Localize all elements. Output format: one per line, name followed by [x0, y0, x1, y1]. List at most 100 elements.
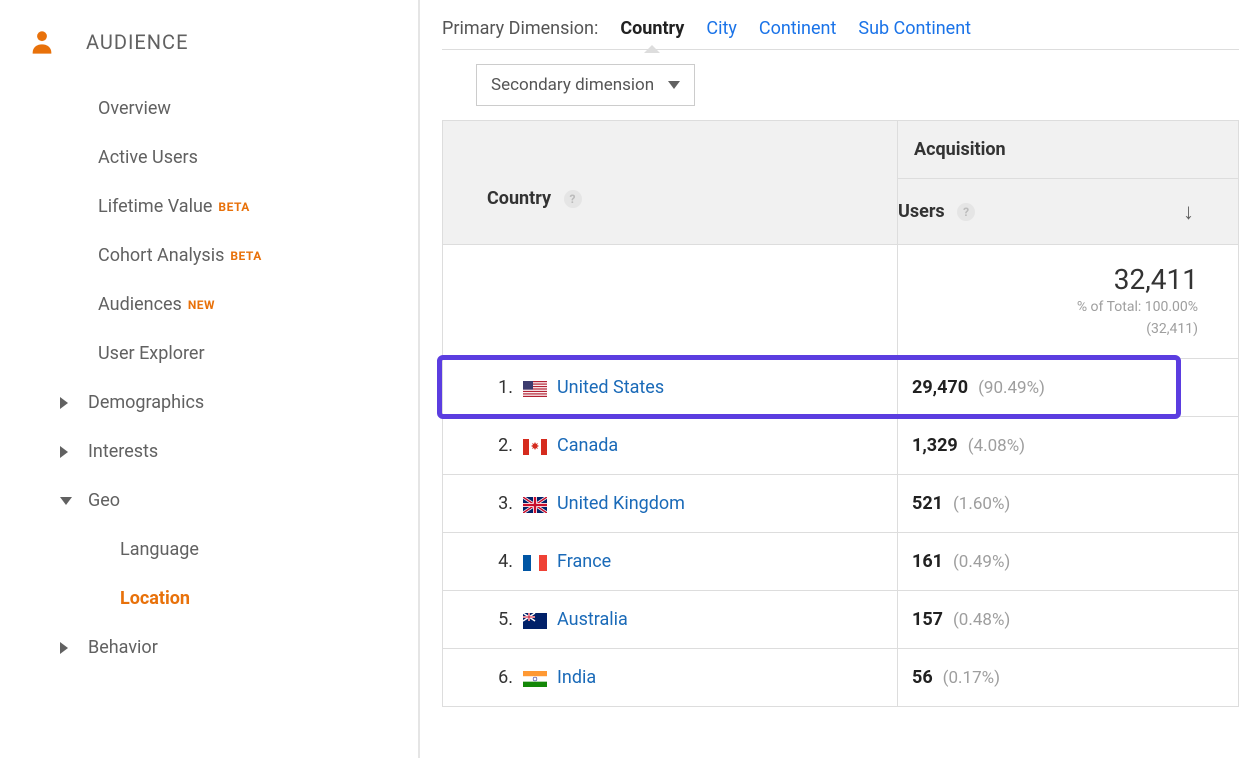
country-cell: 6. India — [443, 649, 898, 707]
chevron-down-icon — [60, 497, 72, 505]
sidebar-item-active-users[interactable]: Active Users — [0, 133, 418, 182]
col-header-country[interactable]: Country ? — [443, 121, 898, 245]
col-group-acquisition: Acquisition — [898, 121, 1239, 179]
users-value: 56 — [912, 667, 933, 688]
users-cell: 1,329(4.08%) — [898, 417, 1239, 475]
users-cell: 161 (0.49%) — [898, 533, 1239, 591]
users-value: 157 — [912, 609, 943, 630]
sidebar-title: AUDIENCE — [86, 30, 188, 54]
secondary-dimension-button[interactable]: Secondary dimension — [476, 64, 695, 106]
dimension-tab-sub-continent[interactable]: Sub Continent — [858, 18, 971, 39]
row-rank: 1. — [487, 377, 513, 398]
sidebar: AUDIENCE Overview Active Users Lifetime Va… — [0, 0, 420, 758]
dimension-tab-city[interactable]: City — [706, 18, 737, 39]
row-rank: 3. — [487, 493, 513, 514]
sidebar-item-behavior[interactable]: Behavior — [0, 623, 418, 672]
sidebar-item-label: Active Users — [98, 147, 198, 168]
help-icon[interactable]: ? — [957, 203, 975, 221]
col-header-users-label: Users — [898, 201, 945, 222]
badge-beta: BETA — [230, 249, 261, 263]
table-row[interactable]: 5.Australia 157 (0.48%) — [443, 591, 1239, 649]
dimension-tab-country[interactable]: Country — [620, 18, 684, 39]
country-cell: 3. United Kingdom — [443, 475, 898, 533]
users-value: 29,470 — [912, 377, 968, 398]
sidebar-item-overview[interactable]: Overview — [0, 84, 418, 133]
users-cell: 29,470 (90.49%) — [898, 359, 1239, 417]
sidebar-item-label: Behavior — [88, 637, 158, 658]
users-percent: (90.49%) — [978, 378, 1045, 398]
sidebar-item-cohort-analysis[interactable]: Cohort Analysis BETA — [0, 231, 418, 280]
table-row[interactable]: 1. United States 29,470 (90.49%) — [443, 359, 1239, 417]
sort-descending-icon: ↓ — [1183, 199, 1194, 225]
flag-in-icon — [523, 671, 547, 687]
primary-dimension-label: Primary Dimension: — [442, 18, 598, 39]
flag-gb-icon — [523, 497, 547, 513]
col-header-users[interactable]: Users ? ↓ — [898, 179, 1239, 245]
users-percent: (0.48%) — [953, 610, 1010, 630]
col-header-country-label: Country — [487, 188, 551, 209]
secondary-dimension-label: Secondary dimension — [491, 75, 654, 95]
table-row[interactable]: 3. United Kingdom 521 (1.60%) — [443, 475, 1239, 533]
sidebar-item-label: Overview — [98, 98, 171, 119]
sidebar-item-label: Geo — [88, 490, 120, 511]
table-row[interactable]: 6. India 56 (0.17%) — [443, 649, 1239, 707]
badge-beta: BETA — [218, 200, 249, 214]
sidebar-item-interests[interactable]: Interests — [0, 427, 418, 476]
country-link[interactable]: India — [557, 667, 596, 688]
primary-dimension-tabs: Primary Dimension: Country City Continent S… — [442, 18, 1239, 49]
geo-table: Country ? Acquisition Users ? ↓ 32,411 %… — [442, 120, 1239, 707]
sidebar-item-location[interactable]: Location — [0, 574, 418, 623]
row-rank: 4. — [487, 551, 513, 572]
sidebar-item-lifetime-value[interactable]: Lifetime ValueBETA — [0, 182, 418, 231]
country-cell: 2.Canada — [443, 417, 898, 475]
table-row[interactable]: 2.Canada1,329(4.08%) — [443, 417, 1239, 475]
sidebar-item-label: User Explorer — [98, 343, 205, 364]
users-percent: (0.49%) — [953, 552, 1010, 572]
users-cell: 56 (0.17%) — [898, 649, 1239, 707]
chevron-right-icon — [60, 446, 68, 458]
flag-ca-icon — [523, 439, 547, 455]
flag-us-icon — [523, 381, 547, 397]
country-link[interactable]: United Kingdom — [557, 493, 685, 514]
summary-sub2: (32,411) — [1146, 321, 1198, 337]
users-cell: 157 (0.48%) — [898, 591, 1239, 649]
help-icon[interactable]: ? — [564, 190, 582, 208]
sidebar-item-user-explorer[interactable]: User Explorer — [0, 329, 418, 378]
users-percent: (1.60%) — [953, 494, 1010, 514]
country-link[interactable]: France — [557, 551, 611, 572]
sidebar-item-label: Audiences — [98, 294, 182, 315]
sidebar-header: AUDIENCE — [0, 28, 418, 84]
person-icon — [28, 28, 56, 56]
summary-row: 32,411 % of Total: 100.00% (32,411) — [443, 245, 1239, 359]
sidebar-item-audiences[interactable]: AudiencesNEW — [0, 280, 418, 329]
users-value: 161 — [912, 551, 943, 572]
country-link[interactable]: Australia — [557, 609, 628, 630]
main-content: Primary Dimension: Country City Continent S… — [420, 0, 1239, 758]
sidebar-item-geo[interactable]: Geo — [0, 476, 418, 525]
users-cell: 521 (1.60%) — [898, 475, 1239, 533]
country-link[interactable]: United States — [557, 377, 664, 398]
country-cell: 1. United States — [443, 359, 898, 417]
sidebar-item-label: Demographics — [88, 392, 204, 413]
sidebar-item-language[interactable]: Language — [0, 525, 418, 574]
sidebar-item-label: Interests — [88, 441, 158, 462]
users-percent: (0.17%) — [943, 668, 1000, 688]
sidebar-item-demographics[interactable]: Demographics — [0, 378, 418, 427]
sidebar-item-label: Cohort Analysis — [98, 245, 224, 266]
sidebar-nav: OverviewActive UsersLifetime ValueBETACo… — [0, 84, 418, 672]
dimension-tab-continent[interactable]: Continent — [759, 18, 837, 39]
country-cell: 4. France — [443, 533, 898, 591]
users-value: 521 — [912, 493, 943, 514]
flag-fr-icon — [523, 555, 547, 571]
secondary-dimension-row: Secondary dimension — [442, 49, 1239, 120]
country-cell: 5.Australia — [443, 591, 898, 649]
users-percent: (4.08%) — [968, 436, 1025, 456]
chevron-right-icon — [60, 642, 68, 654]
country-link[interactable]: Canada — [557, 435, 618, 456]
chevron-right-icon — [60, 397, 68, 409]
summary-sub1: % of Total: 100.00% — [1077, 299, 1198, 315]
summary-users-cell: 32,411 % of Total: 100.00% (32,411) — [898, 245, 1239, 359]
row-rank: 6. — [487, 667, 513, 688]
summary-total: 32,411 — [910, 263, 1198, 296]
table-row[interactable]: 4. France 161 (0.49%) — [443, 533, 1239, 591]
